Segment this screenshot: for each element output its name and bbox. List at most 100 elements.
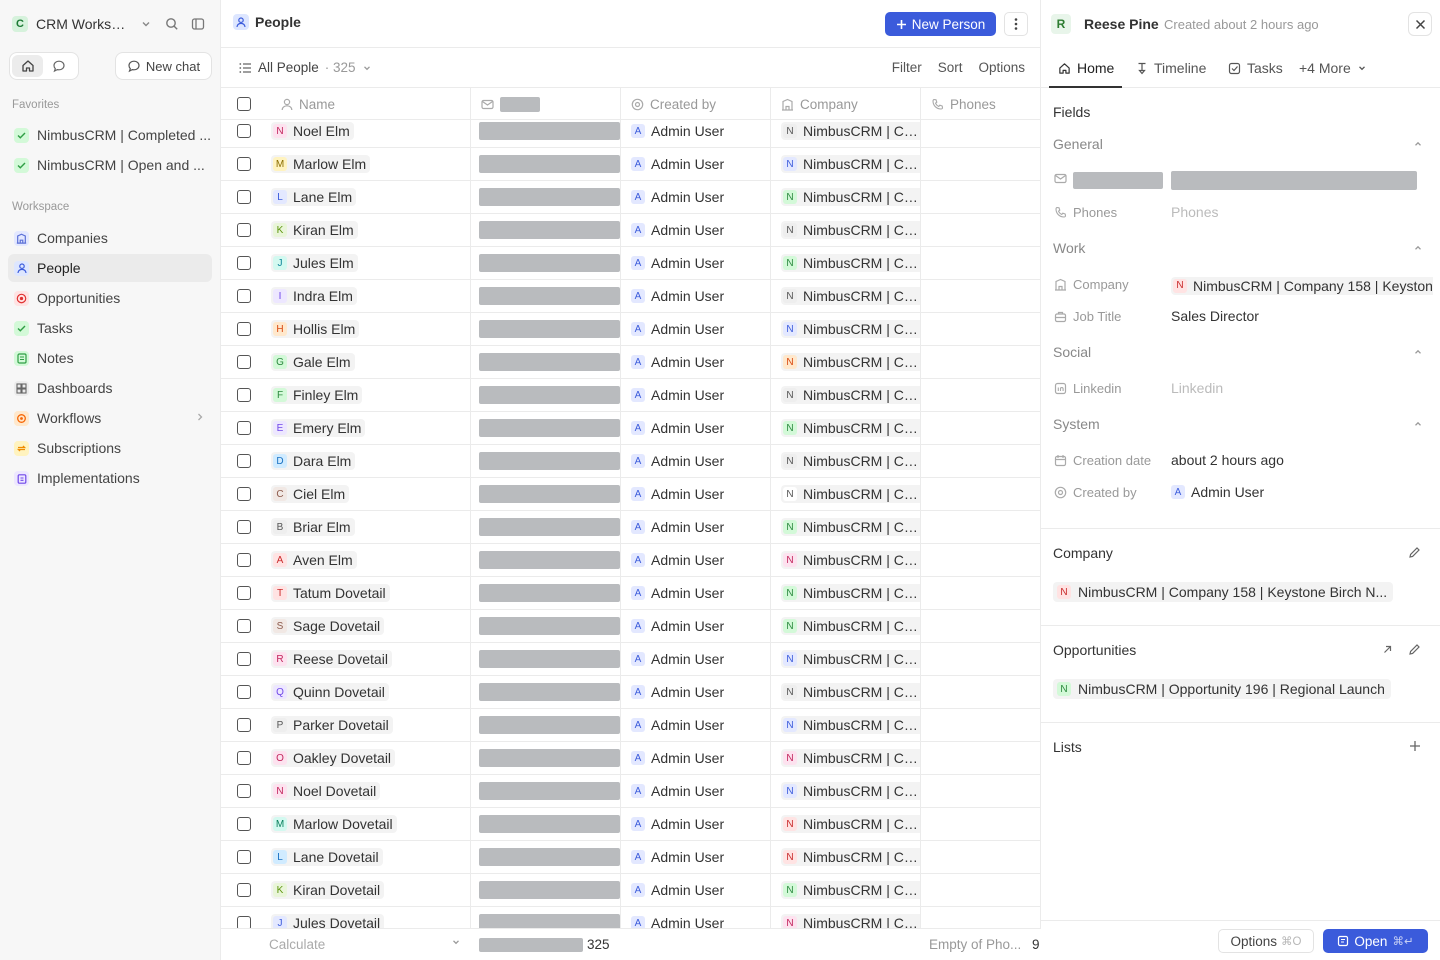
- company-cell[interactable]: N NimbusCRM | Co...: [771, 148, 921, 180]
- created-by-cell[interactable]: A Admin User: [621, 445, 771, 477]
- person-chip[interactable]: T Tatum Dovetail: [271, 584, 390, 602]
- table-row[interactable]: M Marlow Elm A Admin User N NimbusCRM | Co...: [221, 148, 1041, 181]
- sidebar-item-workflows[interactable]: Workflows: [8, 404, 212, 432]
- phones-cell[interactable]: [921, 120, 1041, 147]
- created-by-cell[interactable]: A Admin User: [621, 346, 771, 378]
- select-all-checkbox[interactable]: [237, 97, 251, 111]
- phones-cell[interactable]: [921, 181, 1041, 213]
- company-chip[interactable]: N NimbusCRM | Co...: [781, 650, 920, 668]
- row-checkbox[interactable]: [237, 685, 251, 699]
- person-chip[interactable]: R Reese Dovetail: [271, 650, 392, 668]
- created-by-cell[interactable]: A Admin User: [621, 478, 771, 510]
- created-by-cell[interactable]: A Admin User: [621, 676, 771, 708]
- email-cell[interactable]: [471, 907, 621, 928]
- chevron-up-icon[interactable]: [1413, 138, 1423, 152]
- name-cell[interactable]: L Lane Dovetail: [271, 841, 471, 873]
- phones-cell[interactable]: [921, 247, 1041, 279]
- table-row[interactable]: N Noel Elm A Admin User N NimbusCRM | Co...: [221, 120, 1041, 148]
- row-checkbox[interactable]: [237, 784, 251, 798]
- email-cell[interactable]: [471, 808, 621, 840]
- row-checkbox[interactable]: [237, 223, 251, 237]
- table-row[interactable]: J Jules Dovetail A Admin User N NimbusCRM | C…: [221, 907, 1041, 928]
- created-by-cell[interactable]: A Admin User: [621, 775, 771, 807]
- row-checkbox[interactable]: [237, 520, 251, 534]
- email-cell[interactable]: [471, 742, 621, 774]
- row-checkbox[interactable]: [237, 883, 251, 897]
- table-row[interactable]: E Emery Elm A Admin User N NimbusCRM | Co...: [221, 412, 1041, 445]
- redacted-email-value[interactable]: [1171, 171, 1417, 190]
- arrow-up-right-icon[interactable]: [1381, 643, 1394, 659]
- name-cell[interactable]: N Noel Elm: [271, 120, 471, 147]
- company-chip[interactable]: N NimbusCRM | Co...: [781, 617, 920, 635]
- person-chip[interactable]: I Indra Elm: [271, 287, 357, 305]
- search-icon[interactable]: [162, 14, 182, 34]
- table-row[interactable]: C Ciel Elm A Admin User N NimbusCRM | Co...: [221, 478, 1041, 511]
- row-checkbox[interactable]: [237, 454, 251, 468]
- created-by-cell[interactable]: A Admin User: [621, 709, 771, 741]
- table-row[interactable]: P Parker Dovetail A Admin User N NimbusCRM | …: [221, 709, 1041, 742]
- company-chip[interactable]: N NimbusCRM | Co...: [781, 848, 920, 866]
- name-cell[interactable]: K Kiran Dovetail: [271, 874, 471, 906]
- row-checkbox[interactable]: [237, 421, 251, 435]
- company-cell[interactable]: N NimbusCRM | Co...: [771, 808, 921, 840]
- company-cell[interactable]: N NimbusCRM | Co...: [771, 841, 921, 873]
- column-phones[interactable]: Phones: [921, 88, 1041, 120]
- created-by-cell[interactable]: A Admin User: [621, 214, 771, 246]
- person-chip[interactable]: K Kiran Dovetail: [271, 881, 385, 899]
- created-by-cell[interactable]: A Admin User: [621, 907, 771, 928]
- company-relation-chip[interactable]: N NimbusCRM | Company 158 | Keystone Bir…: [1053, 582, 1394, 602]
- row-checkbox[interactable]: [237, 487, 251, 501]
- sidebar-toggle-icon[interactable]: [188, 14, 208, 34]
- name-cell[interactable]: R Reese Dovetail: [271, 643, 471, 675]
- company-chip[interactable]: N NimbusCRM | Co...: [781, 518, 920, 536]
- email-cell[interactable]: [471, 120, 621, 147]
- company-cell[interactable]: N NimbusCRM | Co...: [771, 346, 921, 378]
- company-cell[interactable]: N NimbusCRM | Co...: [771, 709, 921, 741]
- sidebar-item-opportunities[interactable]: Opportunities: [8, 284, 212, 312]
- company-chip[interactable]: N NimbusCRM | Co...: [781, 881, 920, 899]
- new-chat-button[interactable]: New chat: [115, 52, 212, 80]
- company-chip[interactable]: N NimbusCRM | Co...: [781, 485, 920, 503]
- company-chip[interactable]: N NimbusCRM | Co...: [781, 683, 920, 701]
- company-chip[interactable]: N NimbusCRM | Co...: [781, 551, 920, 569]
- tab-timeline[interactable]: Timeline: [1136, 60, 1206, 76]
- company-cell[interactable]: N NimbusCRM | Co...: [771, 445, 921, 477]
- company-cell[interactable]: N NimbusCRM | Co...: [771, 577, 921, 609]
- phones-cell[interactable]: [921, 280, 1041, 312]
- empty-phones-label[interactable]: Empty of Pho...: [929, 937, 1025, 952]
- phones-cell[interactable]: [921, 148, 1041, 180]
- name-cell[interactable]: O Oakley Dovetail: [271, 742, 471, 774]
- row-checkbox[interactable]: [237, 157, 251, 171]
- company-chip[interactable]: N NimbusCRM | Co...: [781, 188, 920, 206]
- phones-cell[interactable]: [921, 346, 1041, 378]
- plus-icon[interactable]: [1409, 740, 1421, 755]
- company-chip[interactable]: N NimbusCRM | Co...: [781, 815, 920, 833]
- email-cell[interactable]: [471, 610, 621, 642]
- company-cell[interactable]: N NimbusCRM | Co...: [771, 874, 921, 906]
- phones-cell[interactable]: [921, 874, 1041, 906]
- phones-cell[interactable]: [921, 643, 1041, 675]
- person-chip[interactable]: G Gale Elm: [271, 353, 355, 371]
- name-cell[interactable]: M Marlow Dovetail: [271, 808, 471, 840]
- company-cell[interactable]: N NimbusCRM | Co...: [771, 907, 921, 928]
- row-checkbox[interactable]: [237, 388, 251, 402]
- email-cell[interactable]: [471, 148, 621, 180]
- chevron-up-icon[interactable]: [1413, 418, 1423, 432]
- company-cell[interactable]: N NimbusCRM | Co...: [771, 511, 921, 543]
- created-by-cell[interactable]: A Admin User: [621, 148, 771, 180]
- table-row[interactable]: T Tatum Dovetail A Admin User N NimbusCRM | C…: [221, 577, 1041, 610]
- company-chip[interactable]: N NimbusCRM | Co...: [781, 749, 920, 767]
- name-cell[interactable]: J Jules Dovetail: [271, 907, 471, 928]
- pencil-icon[interactable]: [1408, 643, 1421, 659]
- company-cell[interactable]: N NimbusCRM | Co...: [771, 120, 921, 147]
- table-row[interactable]: B Briar Elm A Admin User N NimbusCRM | Co...: [221, 511, 1041, 544]
- table-row[interactable]: D Dara Elm A Admin User N NimbusCRM | Co...: [221, 445, 1041, 478]
- group-general[interactable]: General: [1053, 136, 1103, 152]
- name-cell[interactable]: M Marlow Elm: [271, 148, 471, 180]
- tab-tasks[interactable]: Tasks: [1228, 60, 1283, 76]
- table-row[interactable]: S Sage Dovetail A Admin User N NimbusCRM | Co…: [221, 610, 1041, 643]
- phones-cell[interactable]: [921, 478, 1041, 510]
- company-cell[interactable]: N NimbusCRM | Co...: [771, 214, 921, 246]
- filter-button[interactable]: Filter: [892, 60, 922, 75]
- name-cell[interactable]: T Tatum Dovetail: [271, 577, 471, 609]
